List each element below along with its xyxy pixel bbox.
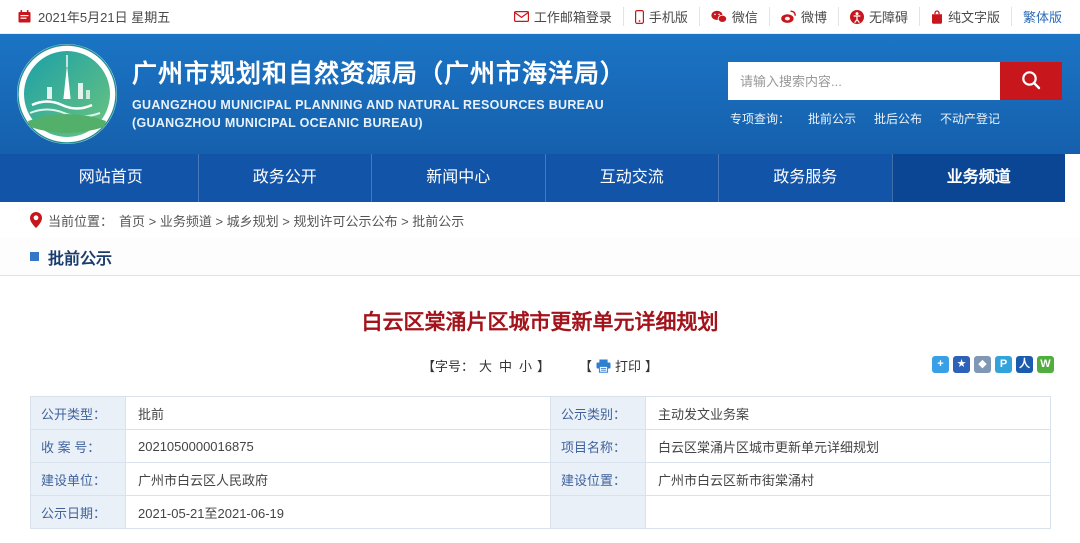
search-icon <box>1020 69 1042 94</box>
field-value-construction-location: 广州市白云区新市街棠涌村 <box>646 463 1051 496</box>
mail-icon <box>514 11 529 22</box>
agency-subtitle: GUANGZHOU MUNICIPAL PLANNING AND NATURAL… <box>132 97 626 132</box>
print-button[interactable]: 【 打印 】 <box>579 356 658 375</box>
toplink-label: 无障碍 <box>869 7 908 26</box>
field-label-construction-unit: 建设单位： <box>31 463 126 496</box>
toplink-wechat[interactable]: 微信 <box>699 7 769 26</box>
share-renren-icon[interactable]: 人 <box>1016 356 1033 373</box>
nav-item-services[interactable]: 政务服务 <box>718 154 892 202</box>
bureau-logo <box>16 43 118 145</box>
field-value-project-name: 白云区棠涌片区城市更新单元详细规划 <box>646 430 1051 463</box>
field-value-case-number: 2021050000016875 <box>126 430 551 463</box>
font-size-prefix: 【字号： <box>422 356 474 375</box>
share-wechat-icon[interactable]: W <box>1037 356 1054 373</box>
section-bullet-icon <box>30 252 39 261</box>
print-bracket-close: 】 <box>645 356 658 375</box>
nav-item-business-channel[interactable]: 业务频道 <box>892 154 1066 202</box>
field-value-notice-date: 2021-05-21至2021-06-19 <box>126 496 551 529</box>
nav-item-gov-disclosure[interactable]: 政务公开 <box>198 154 372 202</box>
share-weibo-icon[interactable]: P <box>995 356 1012 373</box>
toplink-label: 工作邮箱登录 <box>534 7 612 26</box>
top-links: 工作邮箱登录 手机版 微信 微博 无障碍 <box>503 7 1062 26</box>
share-qzone-icon[interactable]: ◆ <box>974 356 991 373</box>
calendar-icon <box>18 10 31 23</box>
breadcrumb-path[interactable]: 首页 > 业务频道 > 城乡规划 > 规划许可公示公布 > 批前公示 <box>119 211 464 230</box>
toplink-label: 微信 <box>732 7 758 26</box>
agency-subtitle-line1: GUANGZHOU MUNICIPAL PLANNING AND NATURAL… <box>132 97 626 115</box>
agency-subtitle-line2: (GUANGZHOU MUNICIPAL OCEANIC BUREAU) <box>132 115 626 133</box>
toplink-label: 手机版 <box>649 7 688 26</box>
wechat-icon <box>711 10 727 23</box>
field-value-notice-category: 主动发文业务案 <box>646 397 1051 430</box>
section-title: 批前公示 <box>48 245 112 269</box>
font-size-small-button[interactable]: 小 <box>517 356 534 375</box>
toplink-mail-login[interactable]: 工作邮箱登录 <box>503 7 623 26</box>
search-box <box>728 62 1062 100</box>
field-label-construction-location: 建设位置： <box>551 463 646 496</box>
toplink-label: 纯文字版 <box>948 7 1000 26</box>
print-bracket-open: 【 <box>579 356 592 375</box>
field-label-notice-category: 公示类别： <box>551 397 646 430</box>
nav-item-interaction[interactable]: 互动交流 <box>545 154 719 202</box>
date-display: 2021年5月21日 星期五 <box>18 7 170 26</box>
field-label-public-type: 公开类型： <box>31 397 126 430</box>
toplink-label: 微博 <box>801 7 827 26</box>
nav-item-news[interactable]: 新闻中心 <box>371 154 545 202</box>
search-input[interactable] <box>728 62 1000 100</box>
text-version-icon <box>931 10 943 24</box>
nav-item-home[interactable]: 网站首页 <box>24 154 198 202</box>
field-label-case-number: 收 案 号： <box>31 430 126 463</box>
article-tools: 【字号： 大 中 小 】 【 打印 】 <box>0 356 1080 375</box>
phone-icon <box>635 10 644 24</box>
toplink-traditional-version[interactable]: 繁体版 <box>1011 7 1062 26</box>
quick-link-pre-approval[interactable]: 批前公示 <box>808 110 856 127</box>
quick-link-post-approval[interactable]: 批后公布 <box>874 110 922 127</box>
agency-identity: 广州市规划和自然资源局（广州市海洋局） GUANGZHOU MUNICIPAL … <box>132 54 626 132</box>
field-value-empty <box>646 496 1051 529</box>
font-size-medium-button[interactable]: 中 <box>497 356 514 375</box>
toplink-accessibility[interactable]: 无障碍 <box>838 7 919 26</box>
breadcrumb: 当前位置： 首页 > 业务频道 > 城乡规划 > 规划许可公示公布 > 批前公示 <box>0 202 1080 238</box>
top-utility-bar: 2021年5月21日 星期五 工作邮箱登录 手机版 微信 微博 <box>0 0 1080 34</box>
field-value-public-type: 批前 <box>126 397 551 430</box>
breadcrumb-label: 当前位置： <box>48 211 113 230</box>
detail-table: 公开类型： 批前 公示类别： 主动发文业务案 收 案 号： 2021050000… <box>30 396 1051 529</box>
field-label-project-name: 项目名称： <box>551 430 646 463</box>
font-size-large-button[interactable]: 大 <box>477 356 494 375</box>
toplink-text-version[interactable]: 纯文字版 <box>919 7 1011 26</box>
section-bar: 批前公示 <box>0 238 1080 276</box>
search-button[interactable] <box>1000 62 1062 100</box>
field-label-notice-date: 公示日期： <box>31 496 126 529</box>
toplink-weibo[interactable]: 微博 <box>769 7 838 26</box>
accessibility-icon <box>850 10 864 24</box>
date-text: 2021年5月21日 星期五 <box>38 7 170 26</box>
field-label-empty <box>551 496 646 529</box>
share-bar: + ★ ◆ P 人 W <box>932 356 1054 373</box>
quick-query-row: 专项查询： 批前公示 批后公布 不动产登记 <box>730 110 1000 127</box>
share-favorite-icon[interactable]: ★ <box>953 356 970 373</box>
main-nav: 网站首页 政务公开 新闻中心 互动交流 政务服务 业务频道 <box>0 154 1065 202</box>
field-value-construction-unit: 广州市白云区人民政府 <box>126 463 551 496</box>
font-size-suffix: 】 <box>537 356 550 375</box>
quick-query-label: 专项查询： <box>730 110 790 127</box>
share-more-icon[interactable]: + <box>932 356 949 373</box>
quick-link-real-estate[interactable]: 不动产登记 <box>940 110 1000 127</box>
printer-icon <box>596 359 611 373</box>
site-header: 广州市规划和自然资源局（广州市海洋局） GUANGZHOU MUNICIPAL … <box>0 34 1080 154</box>
weibo-icon <box>781 10 796 23</box>
location-pin-icon <box>30 212 42 228</box>
article-title: 白云区棠涌片区城市更新单元详细规划 <box>0 306 1080 336</box>
toplink-mobile[interactable]: 手机版 <box>623 7 699 26</box>
agency-title: 广州市规划和自然资源局（广州市海洋局） <box>132 54 626 90</box>
print-label: 打印 <box>615 356 641 375</box>
toplink-label: 繁体版 <box>1023 7 1062 26</box>
